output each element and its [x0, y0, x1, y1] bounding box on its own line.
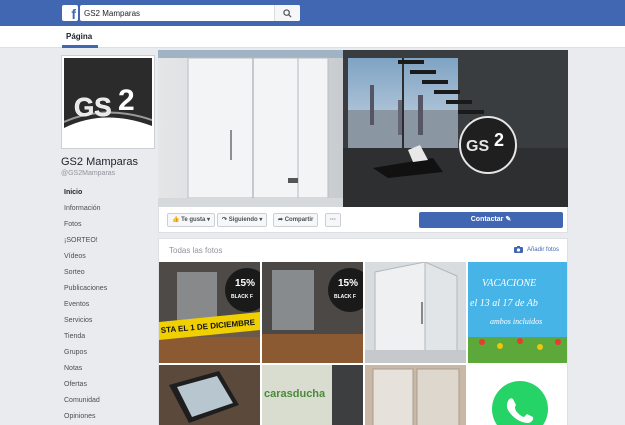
thumbs-up-icon: 👍 [172, 217, 180, 223]
cover-photo[interactable]: GS 2 [158, 50, 568, 207]
photo-tile[interactable]: carasducha [262, 365, 363, 425]
nav-item-eventos[interactable]: Eventos [61, 297, 155, 313]
follow-icon: ↷ [222, 217, 228, 223]
photo-tile[interactable]: 15% BLACK F STA EL 1 DE DICIEMBRE [159, 262, 260, 363]
svg-text:2: 2 [494, 130, 504, 150]
nav-item-publicaciones[interactable]: Publicaciones [61, 281, 155, 297]
search-icon [283, 8, 292, 18]
photo-corner-shower [365, 262, 466, 363]
nav-item-sorteo-tab[interactable]: ¡SORTEO! [61, 233, 155, 249]
nav-item-notas[interactable]: Notas [61, 361, 155, 377]
top-navigation-bar: f [0, 0, 625, 26]
search-box [80, 5, 300, 21]
photo-tile[interactable] [159, 365, 260, 425]
like-button-label: Te gusta ▾ [181, 217, 211, 223]
brand-text: carasducha [264, 388, 326, 400]
photo-tile[interactable]: 15% BLACK F [262, 262, 363, 363]
share-icon: ➦ [278, 217, 284, 223]
follow-button[interactable]: ↷ Siguiendo ▾ [217, 213, 268, 227]
svg-text:2: 2 [118, 84, 135, 117]
more-options-button[interactable]: ··· [325, 213, 341, 227]
share-button-label: Compartir [284, 217, 314, 223]
photo-tile[interactable] [365, 262, 466, 363]
photo-black-friday-1: 15% BLACK F STA EL 1 DE DICIEMBRE [159, 262, 260, 363]
nav-item-informacion[interactable]: Información [61, 201, 155, 217]
page-handle[interactable]: @GS2Mamparas [61, 170, 115, 177]
photo-tile[interactable]: VACACIONE el 13 al 17 de Ab ambos inclui… [468, 262, 567, 363]
pencil-icon: ✎ [505, 216, 512, 223]
add-photos-label: Añadir fotos [526, 246, 559, 253]
discount-badge: 15% [235, 278, 255, 289]
vacation-title: VACACIONE [482, 278, 536, 289]
tab-page[interactable]: Página [66, 32, 92, 41]
nav-item-servicios[interactable]: Servicios [61, 313, 155, 329]
gs2-logo: GS 2 [64, 58, 152, 146]
nav-item-grupos[interactable]: Grupos [61, 345, 155, 361]
share-button[interactable]: ➦ Compartir [273, 213, 319, 227]
photo-black-friday-2: 15% BLACK F [262, 262, 363, 363]
nav-item-sorteo[interactable]: Sorteo [61, 265, 155, 281]
nav-item-opiniones[interactable]: Opiniones [61, 409, 155, 425]
facebook-logo-icon[interactable]: f [62, 5, 78, 21]
photo-whatsapp [468, 365, 567, 425]
nav-item-videos[interactable]: Vídeos [61, 249, 155, 265]
svg-text:GS: GS [466, 138, 489, 155]
vacation-dates: el 13 al 17 de Ab [470, 298, 538, 309]
photo-tablet [159, 365, 260, 425]
photo-shower-enclosure [365, 365, 466, 425]
search-button[interactable] [274, 5, 300, 21]
photo-tile[interactable] [468, 365, 567, 425]
svg-text:GS: GS [74, 92, 112, 122]
like-button[interactable]: 👍 Te gusta ▾ [167, 213, 216, 227]
nav-item-tienda[interactable]: Tienda [61, 329, 155, 345]
page-action-bar: 👍 Te gusta ▾ ↷ Siguiendo ▾ ➦ Compartir ·… [158, 207, 568, 233]
page-name: GS2 Mamparas [61, 156, 139, 168]
search-input[interactable] [84, 5, 274, 21]
add-photos-link[interactable]: Añadir fotos [513, 246, 559, 253]
page-left-nav: Inicio Información Fotos ¡SORTEO! Vídeos… [61, 185, 155, 425]
badge-subtitle: BLACK F [231, 294, 253, 300]
photo-tile[interactable] [365, 365, 466, 425]
contact-button[interactable]: Contactar ✎ [419, 212, 563, 228]
photos-title: Todas las fotos [169, 246, 223, 255]
contact-button-label: Contactar [470, 216, 504, 223]
nav-item-inicio[interactable]: Inicio [61, 185, 155, 201]
photos-section: Todas las fotos Añadir fotos 15% BLACK F… [158, 238, 568, 425]
profile-picture[interactable]: GS 2 [61, 55, 155, 149]
right-margin [570, 48, 625, 425]
nav-item-comunidad[interactable]: Comunidad [61, 393, 155, 409]
page-tab-bar: Página [0, 26, 625, 48]
nav-item-ofertas[interactable]: Ofertas [61, 377, 155, 393]
photo-carasducha: carasducha [262, 365, 363, 425]
nav-item-fotos[interactable]: Fotos [61, 217, 155, 233]
active-tab-indicator [62, 45, 98, 48]
camera-icon [513, 246, 523, 253]
discount-badge: 15% [338, 278, 358, 289]
badge-subtitle: BLACK F [334, 294, 356, 300]
cover-image: GS 2 [158, 50, 568, 207]
vacation-note: ambos incluidos [490, 317, 542, 326]
follow-button-label: Siguiendo ▾ [228, 217, 263, 223]
gs2-logo-graphic: GS 2 [64, 58, 152, 146]
photo-vacaciones: VACACIONE el 13 al 17 de Ab ambos inclui… [468, 262, 567, 363]
